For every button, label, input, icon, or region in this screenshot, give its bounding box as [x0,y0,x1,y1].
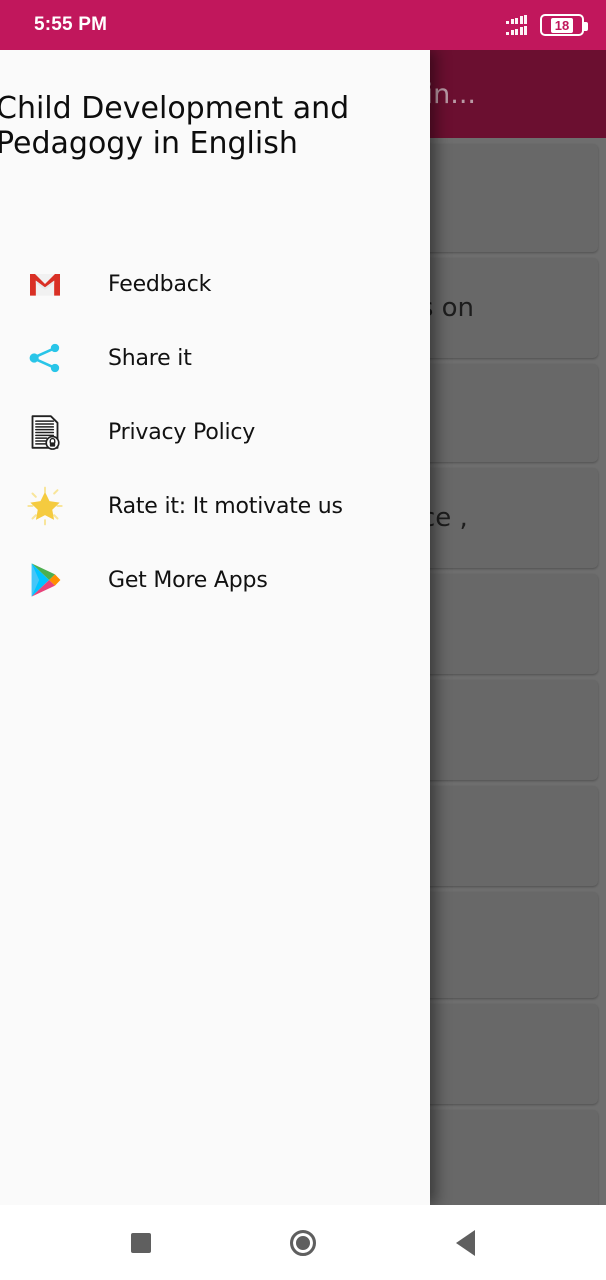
status-bar-icons: 18 [506,14,588,36]
drawer-menu-item-privacy-policy[interactable]: Privacy Policy [0,395,430,469]
status-bar-clock: 5:55 PM [34,14,108,35]
battery-icon: 18 [540,14,588,36]
drawer-menu-item-label: Get More Apps [108,567,268,593]
document-lock-icon [24,411,66,453]
drawer-menu-list: Feedback Share it Privacy Policy Rate it: I… [0,247,430,617]
back-button[interactable] [435,1213,495,1273]
drawer-app-title: Child Development and Pedagogy in Englis… [0,91,350,161]
share-icon [24,337,66,379]
home-button[interactable] [273,1213,333,1273]
battery-percent-label: 18 [550,17,574,33]
drawer-menu-item-feedback[interactable]: Feedback [0,247,430,321]
drawer-menu-item-get-more-apps[interactable]: Get More Apps [0,543,430,617]
star-icon [24,485,66,527]
system-navigation-bar [0,1205,606,1280]
back-triangle-icon [455,1229,475,1256]
drawer-menu-item-label: Share it [108,345,192,371]
navigation-drawer: Child Development and Pedagogy in Englis… [0,50,430,1205]
status-bar: 5:55 PM 18 [0,0,606,50]
drawer-menu-item-label: Privacy Policy [108,419,256,445]
gmail-icon [24,263,66,305]
phone-screen: edagogy in... oment nfluencesrspectives … [0,0,606,1280]
recents-button[interactable] [111,1213,171,1273]
drawer-header: Child Development and Pedagogy in Englis… [0,50,430,161]
drawer-menu-item-rate-it-it-motivate-us[interactable]: Rate it: It motivate us [0,469,430,543]
drawer-menu-item-share-it[interactable]: Share it [0,321,430,395]
recents-square-icon [131,1232,151,1253]
home-circle-icon [290,1229,316,1256]
drawer-menu-item-label: Feedback [108,271,212,297]
signal-bars-icon [506,15,527,35]
google-play-icon [24,559,66,601]
drawer-menu-item-label: Rate it: It motivate us [108,493,343,519]
